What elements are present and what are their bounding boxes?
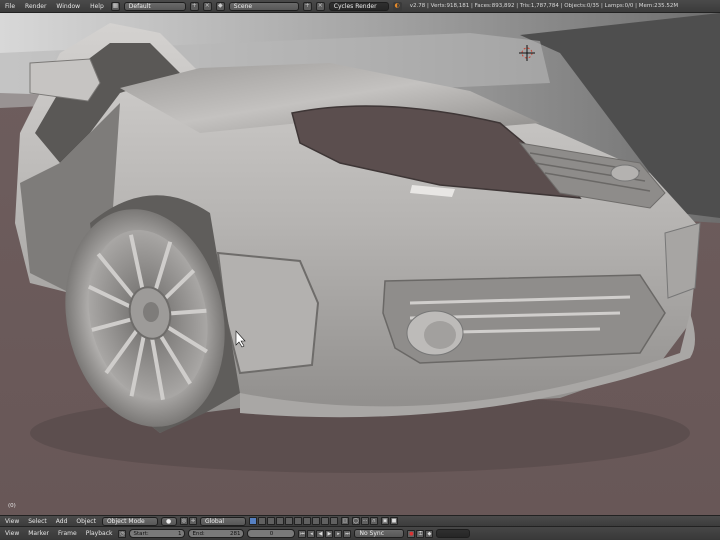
- render-preview-icon[interactable]: ▣: [380, 517, 389, 525]
- manipulator-icon[interactable]: ✛: [188, 517, 197, 525]
- end-frame-label: End:: [192, 530, 205, 537]
- timeline-menu-playback[interactable]: Playback: [83, 527, 116, 540]
- menu-window[interactable]: Window: [53, 0, 83, 12]
- current-frame-field[interactable]: 0: [247, 529, 296, 538]
- menu-render[interactable]: Render: [22, 0, 49, 12]
- magnet-icon[interactable]: ∩: [369, 517, 378, 525]
- scene-selector[interactable]: Scene: [228, 1, 299, 11]
- timeline-menu-marker[interactable]: Marker: [25, 527, 52, 540]
- timeline-header: View Marker Frame Playback ◷ Start: 1 En…: [0, 527, 720, 540]
- menu-add[interactable]: Add: [53, 516, 71, 526]
- menu-view[interactable]: View: [2, 516, 22, 526]
- render-engine-selector[interactable]: Cycles Render: [328, 1, 389, 11]
- end-frame-field[interactable]: End: 281: [188, 529, 245, 538]
- sync-selector[interactable]: No Sync: [354, 529, 405, 538]
- menu-help[interactable]: Help: [87, 0, 107, 12]
- menu-object[interactable]: Object: [73, 516, 99, 526]
- start-frame-value: 1: [177, 530, 182, 537]
- start-frame-label: Start:: [133, 530, 149, 537]
- pivot-icon[interactable]: ◎: [179, 517, 188, 525]
- camera-icon[interactable]: ■: [389, 517, 398, 525]
- keying-set-icon[interactable]: ⚿: [416, 529, 425, 538]
- play-icon[interactable]: ▶: [325, 529, 334, 538]
- menu-select[interactable]: Select: [25, 516, 50, 526]
- snap-icon[interactable]: ⋯: [360, 517, 369, 525]
- play-reverse-icon[interactable]: ◀: [316, 529, 325, 538]
- scene-stats: v2.78 | Verts:918,181 | Faces:893,892 | …: [409, 3, 679, 9]
- timeline-menu-view[interactable]: View: [2, 527, 22, 540]
- menu-file[interactable]: File: [2, 0, 18, 12]
- mode-selector[interactable]: Object Mode: [101, 516, 158, 526]
- record-icon[interactable]: ●: [407, 529, 416, 538]
- viewport-render: [0, 13, 720, 515]
- end-frame-value: 281: [229, 530, 241, 537]
- screen-layout-icon[interactable]: ▦: [110, 1, 120, 11]
- next-keyframe-icon[interactable]: ▸: [334, 529, 343, 538]
- timeline-menu-frame[interactable]: Frame: [55, 527, 80, 540]
- layer-buttons[interactable]: [248, 517, 338, 525]
- shading-selector[interactable]: ●: [160, 516, 177, 526]
- info-header: File Render Window Help ▦ Default + × ◆ …: [0, 0, 720, 13]
- remove-layout-icon[interactable]: ×: [202, 1, 212, 11]
- blender-logo-icon: ◐: [392, 1, 402, 11]
- remove-scene-icon[interactable]: ×: [315, 1, 325, 11]
- scene-icon[interactable]: ◆: [215, 1, 225, 11]
- start-frame-field[interactable]: Start: 1: [129, 529, 186, 538]
- insert-key-icon[interactable]: ◆: [425, 529, 434, 538]
- 3d-view-header: View Select Add Object Object Mode ● ◎ ✛…: [0, 515, 720, 527]
- add-layout-icon[interactable]: +: [189, 1, 199, 11]
- orientation-selector[interactable]: Global: [199, 516, 246, 526]
- add-scene-icon[interactable]: +: [302, 1, 312, 11]
- prev-keyframe-icon[interactable]: ◂: [307, 529, 316, 538]
- lock-icon[interactable]: ◫: [340, 517, 349, 525]
- layout-selector[interactable]: Default: [123, 1, 186, 11]
- jump-start-icon[interactable]: ⏮: [298, 529, 307, 538]
- preview-range-icon[interactable]: ◷: [118, 529, 127, 538]
- 3d-viewport[interactable]: (0): [0, 13, 720, 515]
- frame-label: (0): [8, 503, 16, 509]
- keying-set-selector[interactable]: [436, 529, 471, 538]
- jump-end-icon[interactable]: ⏭: [343, 529, 352, 538]
- proportional-edit-icon[interactable]: ◯: [351, 517, 360, 525]
